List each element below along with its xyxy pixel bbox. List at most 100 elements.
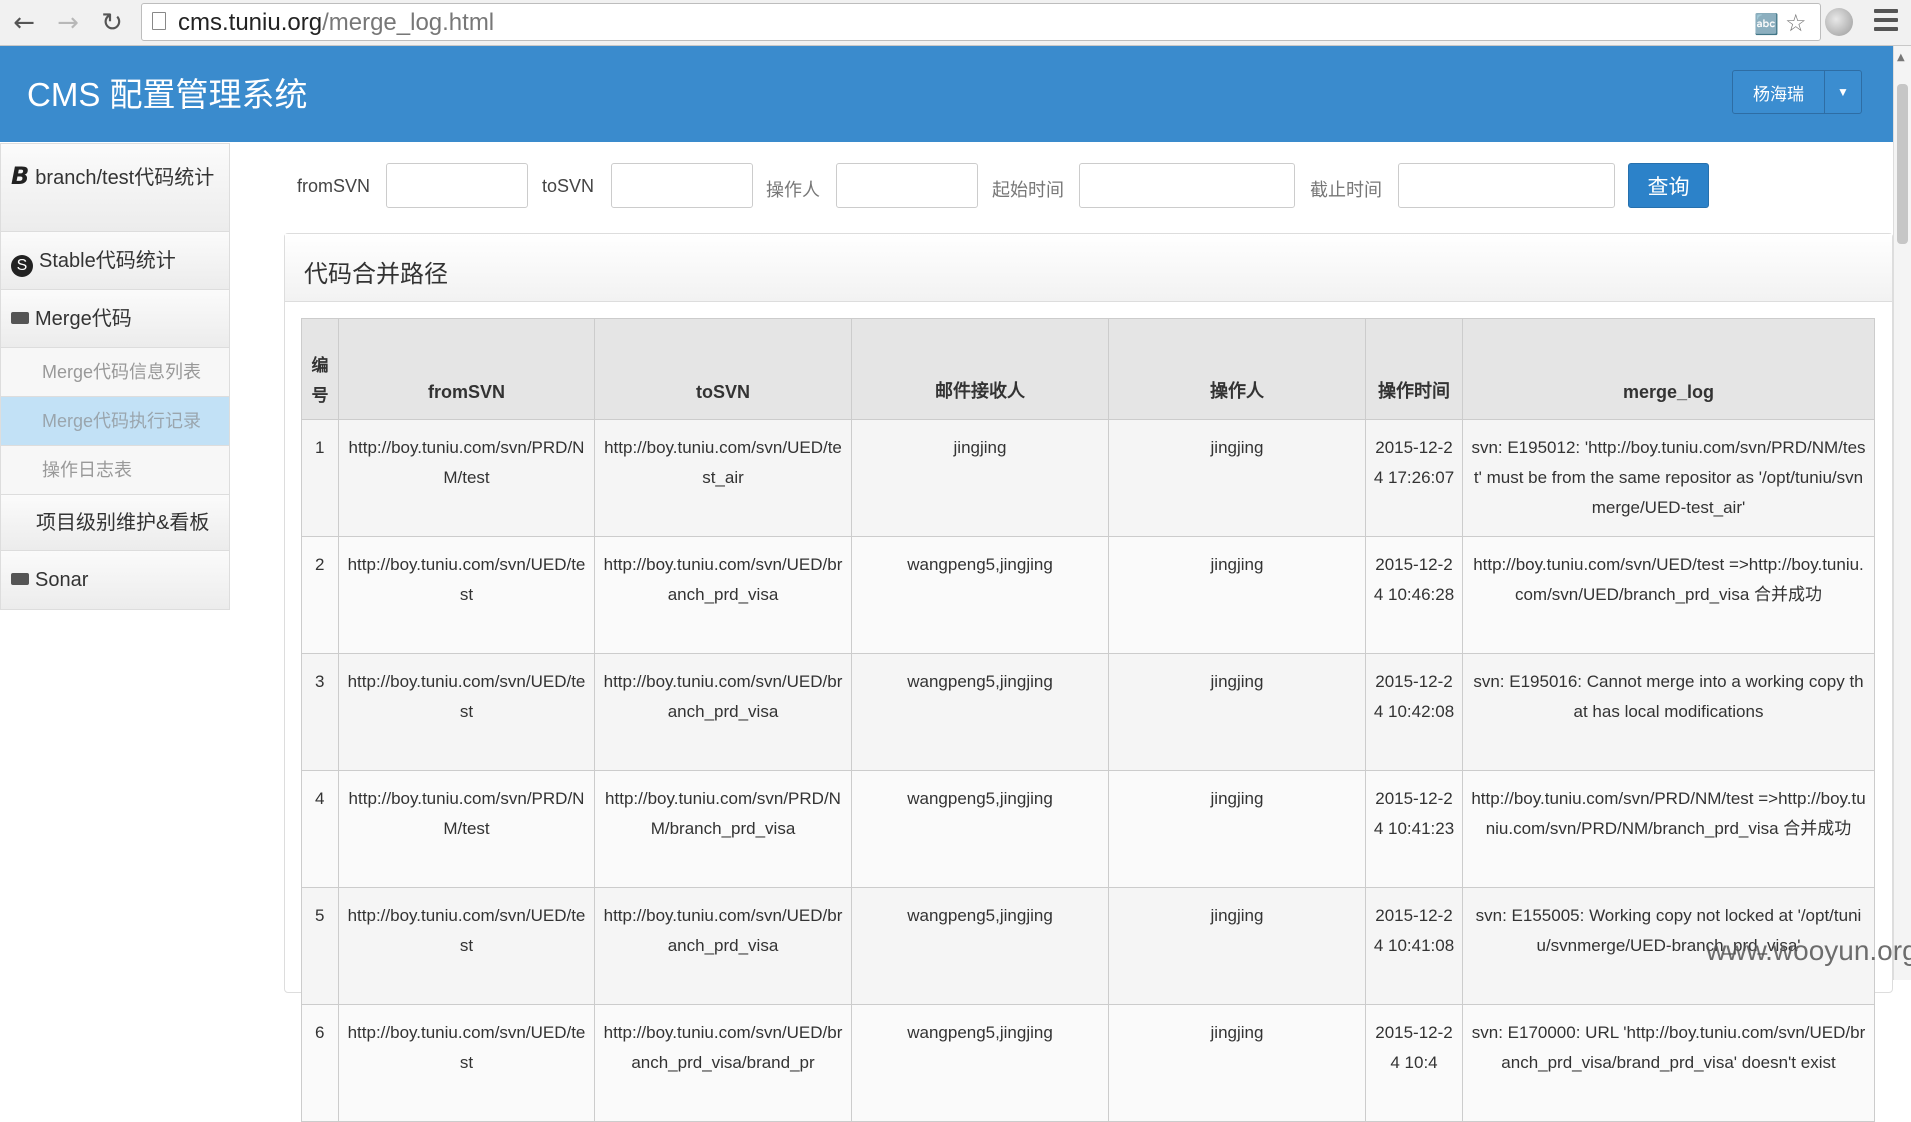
cell-operation-time: 2015-12-24 10:4 [1365,1004,1463,1122]
watermark: www.wooyun.org [1706,935,1911,966]
table-row: 2 http://boy.tuniu.com/svn/UED/test http… [301,536,1875,654]
cell-to-svn: http://boy.tuniu.com/svn/PRD/NM/branch_p… [594,770,852,888]
panel-title: 代码合并路径 [304,261,448,288]
panel-header: 代码合并路径 [285,234,1892,302]
sidebar-item-label: Sonar [35,569,89,591]
column-header-operator[interactable]: 操作人 [1108,318,1366,420]
cell-operator: jingjing [1108,536,1366,654]
cell-from-svn: http://boy.tuniu.com/svn/UED/test [338,887,595,1005]
cell-mail-receiver: wangpeng5,jingjing [851,653,1109,771]
cell-operation-time: 2015-12-24 10:42:08 [1365,653,1463,771]
sidebar-item-sonar[interactable]: Sonar [1,551,229,609]
bookmark-star-icon[interactable]: ☆ [1785,9,1807,37]
forward-arrow-icon[interactable]: → [52,7,84,39]
b-icon: B [11,162,30,190]
cell-mail-receiver: wangpeng5,jingjing [851,1004,1109,1122]
drive-icon [11,312,29,324]
translate-icon[interactable]: 🔤 [1754,12,1779,36]
table-row: 5 http://boy.tuniu.com/svn/UED/test http… [301,887,1875,1005]
url-path: /merge_log.html [322,9,495,36]
cell-merge-log: svn: E170000: URL 'http://boy.tuniu.com/… [1462,1004,1875,1122]
sidebar-item-label: Merge代码 [35,308,132,330]
app-title[interactable]: CMS 配置管理系统 [27,68,308,116]
page-icon [152,12,166,30]
user-menu-button[interactable]: 杨海瑞 ▼ [1732,70,1862,114]
merge-log-table: 编号 fromSVN toSVN 邮件接收人 操作人 操作时间 merge_lo… [301,318,1875,1122]
cell-merge-log: svn: E195016: Cannot merge into a workin… [1462,653,1875,771]
operator-input[interactable] [836,163,978,208]
browser-toolbar: ← → ↻ cms.tuniu.org/merge_log.html 🔤 ☆ [0,0,1911,46]
start-time-input[interactable] [1079,163,1295,208]
sidebar-item-label: Stable代码统计 [39,250,176,272]
sidebar-subitem-operation-log[interactable]: 操作日志表 [1,446,229,495]
cell-operation-time: 2015-12-24 17:26:07 [1365,419,1463,537]
sidebar-item-project-level[interactable]: 项目级别维护&看板 [1,495,229,551]
end-time-input[interactable] [1398,163,1615,208]
cell-to-svn: http://boy.tuniu.com/svn/UED/branch_prd_… [594,653,852,771]
to-svn-label: toSVN [542,176,595,196]
cell-operation-time: 2015-12-24 10:41:08 [1365,887,1463,1005]
sidebar-item-merge[interactable]: Merge代码 [1,290,229,348]
cell-mail-receiver: wangpeng5,jingjing [851,536,1109,654]
user-name[interactable]: 杨海瑞 [1733,71,1825,113]
app-header: CMS 配置管理系统 杨海瑞 ▼ [0,46,1893,142]
back-arrow-icon[interactable]: ← [8,7,40,39]
page-scrollbar[interactable]: ▲ [1893,46,1911,980]
scroll-thumb[interactable] [1897,84,1908,244]
sidebar-subitem-merge-exec-log[interactable]: Merge代码执行记录 [1,397,229,446]
s-icon: S [11,255,33,277]
cell-operator: jingjing [1108,770,1366,888]
table-row: 1 http://boy.tuniu.com/svn/PRD/NM/test h… [301,419,1875,537]
column-header-operation-time[interactable]: 操作时间 [1365,318,1463,420]
column-header-to-svn[interactable]: toSVN [594,318,852,420]
cell-no: 3 [301,653,339,771]
from-svn-input[interactable] [386,163,528,208]
from-svn-label: fromSVN [297,176,371,196]
table-row: 4 http://boy.tuniu.com/svn/PRD/NM/test h… [301,770,1875,888]
start-time-label: 起始时间 [992,180,1064,200]
cell-from-svn: http://boy.tuniu.com/svn/UED/test [338,1004,595,1122]
sidebar-item-label: branch/test代码统计 [35,167,215,189]
cell-merge-log: http://boy.tuniu.com/svn/PRD/NM/test =>h… [1462,770,1875,888]
cell-operator: jingjing [1108,419,1366,537]
caret-down-icon[interactable]: ▼ [1825,71,1861,113]
cell-no: 1 [301,419,339,537]
table-row: 6 http://boy.tuniu.com/svn/UED/test http… [301,1004,1875,1122]
cell-to-svn: http://boy.tuniu.com/svn/UED/branch_prd_… [594,536,852,654]
url-host: cms.tuniu.org [178,9,323,36]
cell-to-svn: http://boy.tuniu.com/svn/UED/test_air [594,419,852,537]
reload-icon[interactable]: ↻ [96,7,128,39]
sidebar-item-stable[interactable]: S Stable代码统计 [1,232,229,290]
cell-merge-log: http://boy.tuniu.com/svn/UED/test =>http… [1462,536,1875,654]
extension-globe-icon[interactable] [1825,8,1853,36]
to-svn-input[interactable] [611,163,753,208]
end-time-label: 截止时间 [1310,180,1382,200]
scroll-up-icon[interactable]: ▲ [1897,52,1905,63]
column-header-mail-receiver[interactable]: 邮件接收人 [851,318,1109,420]
cell-operator: jingjing [1108,1004,1366,1122]
address-bar[interactable]: cms.tuniu.org/merge_log.html 🔤 ☆ [141,3,1821,41]
column-header-no[interactable]: 编号 [301,318,339,420]
table-header-row: 编号 fromSVN toSVN 邮件接收人 操作人 操作时间 merge_lo… [301,318,1875,420]
browser-menu-icon[interactable] [1874,9,1898,35]
cell-no: 5 [301,887,339,1005]
cell-from-svn: http://boy.tuniu.com/svn/UED/test [338,653,595,771]
column-header-from-svn[interactable]: fromSVN [338,318,595,420]
cell-to-svn: http://boy.tuniu.com/svn/UED/branch_prd_… [594,1004,852,1122]
cell-from-svn: http://boy.tuniu.com/svn/PRD/NM/test [338,770,595,888]
cell-mail-receiver: wangpeng5,jingjing [851,887,1109,1005]
drive-icon [11,573,29,585]
column-header-merge-log[interactable]: merge_log [1462,318,1875,420]
sidebar: Bbranch/test代码统计 S Stable代码统计 Merge代码 Mer… [0,143,230,610]
query-button[interactable]: 查询 [1628,163,1709,208]
sidebar-item-branch-test[interactable]: Bbranch/test代码统计 [1,144,229,232]
cell-operator: jingjing [1108,887,1366,1005]
url-text[interactable]: cms.tuniu.org/merge_log.html [178,9,494,37]
cell-no: 4 [301,770,339,888]
cell-operation-time: 2015-12-24 10:41:23 [1365,770,1463,888]
cell-mail-receiver: jingjing [851,419,1109,537]
cell-merge-log: svn: E195012: 'http://boy.tuniu.com/svn/… [1462,419,1875,537]
sidebar-subitem-merge-info-list[interactable]: Merge代码信息列表 [1,348,229,397]
cell-no: 6 [301,1004,339,1122]
cell-mail-receiver: wangpeng5,jingjing [851,770,1109,888]
